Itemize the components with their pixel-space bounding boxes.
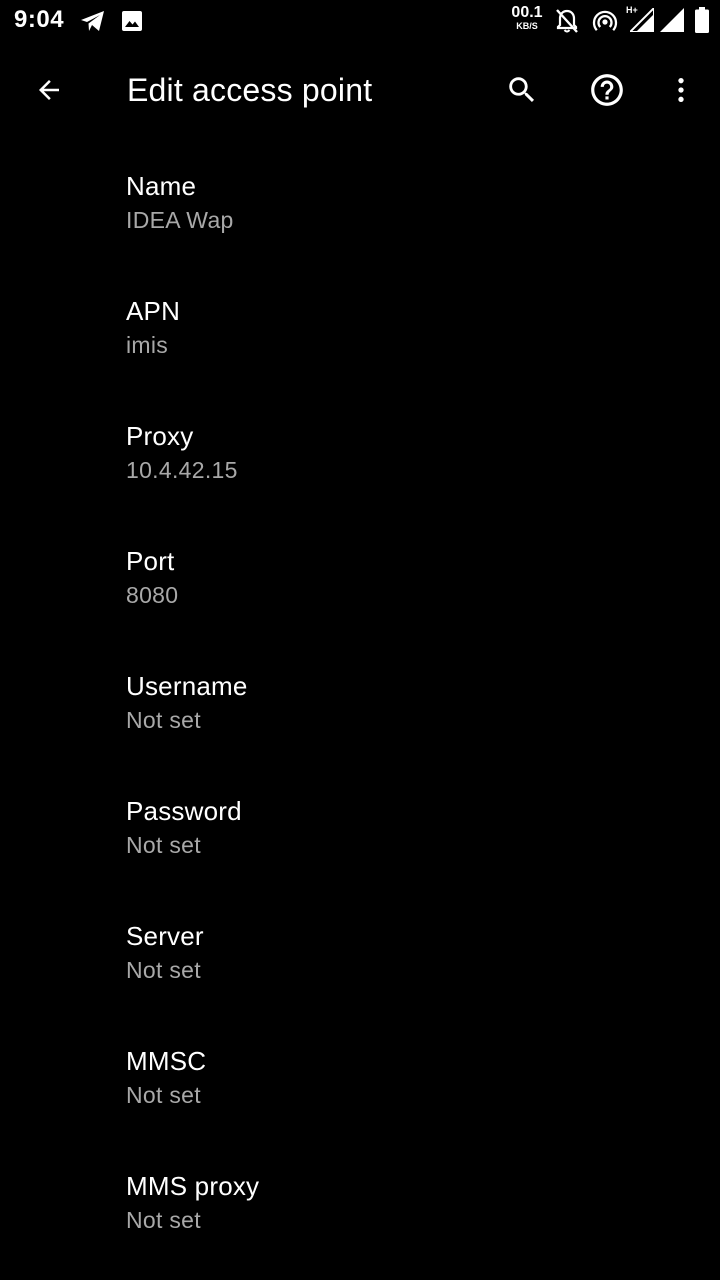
page-title: Edit access point: [127, 72, 373, 108]
pref-summary: Not set: [126, 832, 201, 858]
battery-icon: [695, 7, 709, 38]
pref-title: APN: [126, 296, 181, 326]
pref-summary: IDEA Wap: [126, 207, 234, 233]
arrow-back-icon: [34, 75, 64, 110]
pref-summary: 10.4.42.15: [126, 457, 238, 483]
app-bar: Edit access point: [0, 44, 720, 140]
status-time: 9:04: [14, 6, 65, 33]
pref-apn[interactable]: APN imis: [0, 273, 720, 398]
status-bar: 9:04 00.1 KB/S H+: [0, 0, 720, 44]
pref-title: Port: [126, 546, 175, 576]
pref-server[interactable]: Server Not set: [0, 898, 720, 1023]
pref-summary: 8080: [126, 582, 179, 608]
network-speed-unit: KB/S: [516, 21, 538, 31]
pref-summary: Not set: [126, 957, 201, 983]
search-button[interactable]: [494, 64, 550, 120]
pref-password[interactable]: Password Not set: [0, 773, 720, 898]
signal-icon: [627, 5, 655, 37]
help-button[interactable]: [579, 64, 635, 120]
pref-title: MMSC: [126, 1046, 207, 1076]
gallery-icon: [122, 11, 142, 36]
telegram-icon: [80, 10, 106, 37]
pref-mms-proxy[interactable]: MMS proxy Not set: [0, 1148, 720, 1273]
back-button[interactable]: [21, 64, 77, 120]
pref-title: Server: [126, 921, 204, 951]
pref-summary: imis: [126, 332, 169, 358]
search-icon: [505, 73, 539, 112]
hotspot-icon: [592, 8, 618, 39]
pref-mmsc[interactable]: MMSC Not set: [0, 1023, 720, 1148]
help-icon: [588, 71, 626, 114]
pref-title: Proxy: [126, 421, 194, 451]
preference-list: Name IDEA Wap APN imis Proxy 10.4.42.15 …: [0, 148, 720, 1273]
more-vert-icon: [665, 74, 697, 111]
network-speed-value: 00.1: [511, 4, 543, 21]
pref-summary: Not set: [126, 1207, 201, 1233]
pref-title: Name: [126, 171, 197, 201]
pref-title: Password: [126, 796, 242, 826]
signal-icon: [660, 8, 684, 37]
pref-proxy[interactable]: Proxy 10.4.42.15: [0, 398, 720, 523]
pref-summary: Not set: [126, 1082, 201, 1108]
pref-port[interactable]: Port 8080: [0, 523, 720, 648]
pref-title: Username: [126, 671, 248, 701]
pref-summary: Not set: [126, 707, 201, 733]
network-speed: 00.1 KB/S: [509, 5, 545, 31]
bell-off-icon: [555, 8, 579, 39]
more-options-button[interactable]: [653, 64, 709, 120]
pref-name[interactable]: Name IDEA Wap: [0, 148, 720, 273]
pref-username[interactable]: Username Not set: [0, 648, 720, 773]
pref-title: MMS proxy: [126, 1171, 260, 1201]
